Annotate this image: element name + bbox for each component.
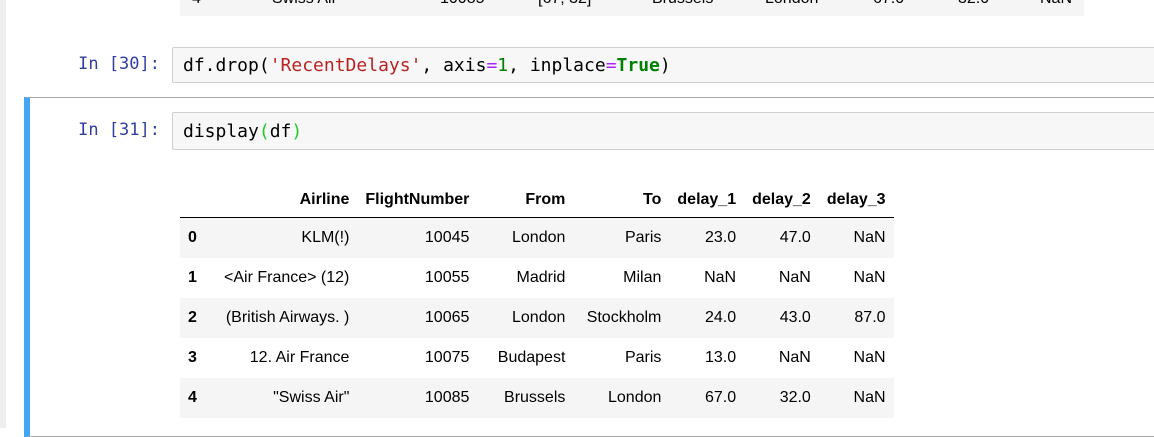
column-header-delay-2: delay_2 xyxy=(744,183,819,218)
code-token-number: 1 xyxy=(497,55,509,76)
dataframe-output: Airline FlightNumber From To delay_1 del… xyxy=(180,183,894,418)
notebook-left-margin xyxy=(0,0,6,428)
prev-cell-to: London xyxy=(765,0,818,8)
code-token-keyword: True xyxy=(616,55,660,76)
cell-delay-3: NaN xyxy=(853,269,886,286)
cell-delay-1: 67.0 xyxy=(704,389,737,406)
code-input-area[interactable]: display(df) xyxy=(172,112,1154,150)
cell-delay-3: 87.0 xyxy=(854,309,886,326)
prev-cell-flightnumber: 10085 xyxy=(440,0,485,8)
cell-from: Budapest xyxy=(497,349,566,366)
cell-flightnumber: 10085 xyxy=(424,389,470,406)
table-row: 3 12. Air France 10075 Budapest Paris 13… xyxy=(180,338,894,378)
table-row: 0 KLM(!) 10045 London Paris 23.0 47.0 Na… xyxy=(180,217,894,258)
column-header-index xyxy=(180,183,216,218)
row-index: 3 xyxy=(188,349,197,366)
cell-delay-2: 47.0 xyxy=(779,229,811,246)
cell-delay-3: NaN xyxy=(853,389,886,406)
cell-delay-3: NaN xyxy=(853,349,886,366)
cell-delay-1: 23.0 xyxy=(704,229,737,246)
code-token-paren: ( xyxy=(258,121,270,142)
previous-output-row: 4 Swiss Air 10085 [67, 32] Brussels Lond… xyxy=(180,0,1084,10)
cell-to: Stockholm xyxy=(586,309,662,326)
prev-cell-airline: Swiss Air xyxy=(272,0,337,8)
code-token-operator: = xyxy=(486,55,498,76)
table-row: 1 <Air France> (12) 10055 Madrid Milan N… xyxy=(180,258,894,298)
prev-cell-delay2: 32.0 xyxy=(958,0,989,8)
cell-delay-2: 43.0 xyxy=(779,309,811,326)
cell-delay-2: NaN xyxy=(778,349,811,366)
column-header-delay-1: delay_1 xyxy=(669,183,745,218)
cell-delay-1: NaN xyxy=(704,269,737,286)
code-token-paren: ) xyxy=(291,121,303,142)
code-line[interactable]: display(df) xyxy=(183,121,302,142)
cell-from: Madrid xyxy=(516,269,566,286)
cell-from: Brussels xyxy=(504,389,566,406)
cell-flightnumber: 10065 xyxy=(424,309,470,326)
code-input-area[interactable]: df.drop('RecentDelays', axis=1, inplace=… xyxy=(172,47,1154,83)
cell-to: Milan xyxy=(623,269,662,286)
prev-cell-delay1: 67.0 xyxy=(873,0,904,8)
cell-flightnumber: 10055 xyxy=(424,269,470,286)
previous-output-table: 4 Swiss Air 10085 [67, 32] Brussels Lond… xyxy=(180,0,1084,16)
code-token-fn: df.drop( xyxy=(183,55,270,76)
cell-to: London xyxy=(608,389,662,406)
table-row: 2 (British Airways. ) 10065 London Stock… xyxy=(180,298,894,338)
cell-airline: "Swiss Air" xyxy=(273,389,350,406)
input-prompt: In [31]: xyxy=(78,120,160,140)
cell-from: London xyxy=(512,309,566,326)
code-token-text: , axis xyxy=(421,55,487,76)
cell-delay-1: 13.0 xyxy=(704,349,737,366)
column-header-airline: Airline xyxy=(216,183,358,218)
cell-airline: (British Airways. ) xyxy=(225,309,350,326)
row-index: 2 xyxy=(188,309,197,326)
row-index: 1 xyxy=(188,269,197,286)
prev-cell-index: 4 xyxy=(192,0,201,8)
code-line[interactable]: df.drop('RecentDelays', axis=1, inplace=… xyxy=(183,55,671,76)
code-token-string: 'RecentDelays' xyxy=(269,55,422,76)
cell-delay-3: NaN xyxy=(853,229,886,246)
row-index: 4 xyxy=(188,389,197,406)
input-prompt: In [30]: xyxy=(78,54,160,74)
cell-airline: <Air France> (12) xyxy=(224,269,350,286)
cell-delay-2: NaN xyxy=(778,269,811,286)
table-row: 4 "Swiss Air" 10085 Brussels London 67.0… xyxy=(180,378,894,418)
row-index: 0 xyxy=(188,229,197,246)
code-token-arg: df xyxy=(269,121,292,142)
cell-delay-1: 24.0 xyxy=(704,309,737,326)
column-header-from: From xyxy=(477,183,574,218)
column-header-flightnumber: FlightNumber xyxy=(357,183,478,218)
code-token-fn: display xyxy=(183,121,259,142)
prev-cell-from: Brussels xyxy=(652,0,713,8)
column-header-to: To xyxy=(573,183,670,218)
code-token-text: , inplace xyxy=(508,55,606,76)
code-token-operator: = xyxy=(605,55,617,76)
prev-cell-recentdelays: [67, 32] xyxy=(538,0,591,8)
table-header-row: Airline FlightNumber From To delay_1 del… xyxy=(180,183,894,218)
prev-cell-delay3: NaN xyxy=(1040,0,1072,8)
cell-airline: KLM(!) xyxy=(301,229,350,246)
column-header-delay-3: delay_3 xyxy=(818,183,894,218)
cell-to: Paris xyxy=(624,349,662,366)
cell-flightnumber: 10045 xyxy=(424,229,470,246)
cell-airline: 12. Air France xyxy=(249,349,350,366)
cell-flightnumber: 10075 xyxy=(424,349,470,366)
code-token-paren: ) xyxy=(659,55,671,76)
cell-from: London xyxy=(512,229,566,246)
cell-to: Paris xyxy=(624,229,662,246)
cell-delay-2: 32.0 xyxy=(779,389,811,406)
